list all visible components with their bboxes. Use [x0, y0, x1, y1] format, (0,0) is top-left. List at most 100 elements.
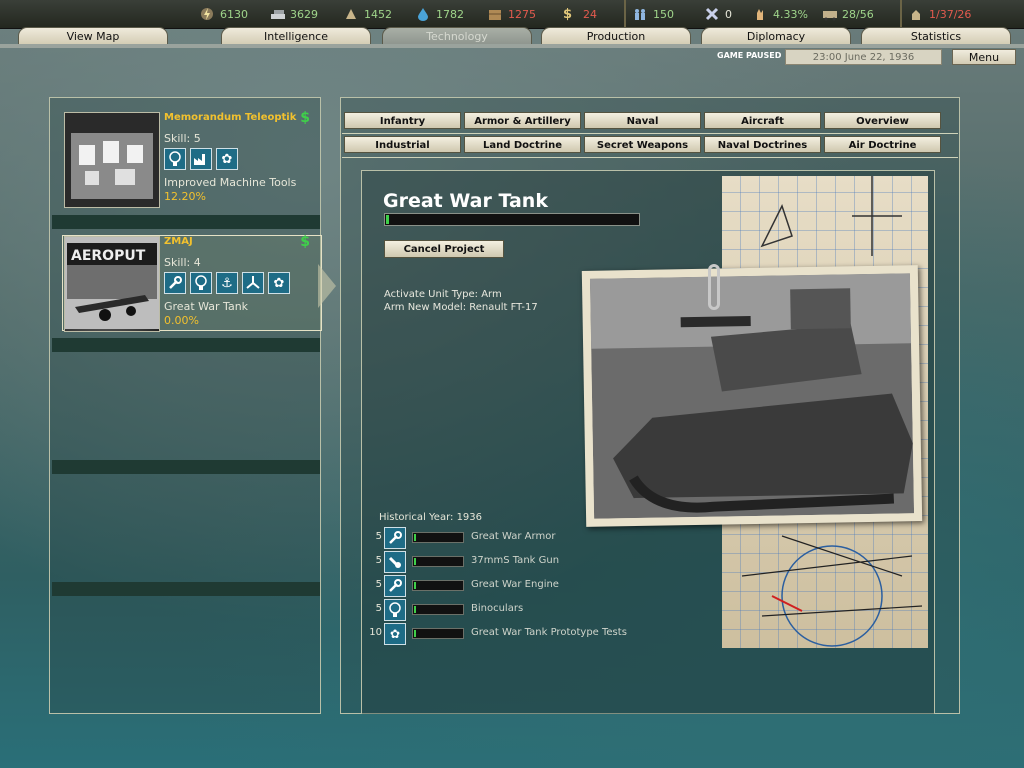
slot-divider	[52, 460, 320, 474]
team-name: ZMAJ	[164, 236, 193, 247]
cannon-icon	[384, 551, 406, 573]
game-paused-label: GAME PAUSED	[717, 51, 782, 60]
category-air-doctrine[interactable]: Air Doctrine	[824, 136, 941, 153]
resource-divider	[624, 0, 626, 28]
great-war-tank-photo	[581, 265, 923, 527]
category-overview[interactable]: Overview	[824, 112, 941, 129]
wrench-icon	[384, 575, 406, 597]
component-name: Great War Engine	[471, 579, 559, 590]
tab-intelligence[interactable]: Intelligence	[221, 27, 371, 45]
slot-divider	[52, 215, 320, 229]
component-progress-fill	[414, 558, 416, 565]
gear-icon: ✿	[268, 272, 290, 294]
team-slot[interactable]: AEROPUT ZMAJ $ Skill: 4 ⚓ ✿ Great War Ta…	[64, 234, 322, 332]
component-progress-fill	[414, 630, 416, 637]
lightbulb-icon	[384, 599, 406, 621]
paperclip-icon	[708, 264, 720, 310]
cancel-project-button[interactable]: Cancel Project	[384, 240, 504, 258]
lightbulb-icon	[164, 148, 186, 170]
component-progress-bar	[412, 580, 464, 591]
resource-metal: 3629	[270, 6, 318, 22]
team-project: Improved Machine Tools	[164, 176, 297, 189]
selected-slot-arrow	[318, 264, 336, 308]
component-level: 5	[375, 531, 382, 542]
team-photo	[64, 112, 160, 208]
category-industrial[interactable]: Industrial	[344, 136, 461, 153]
category-armor-artillery[interactable]: Armor & Artillery	[464, 112, 581, 129]
resource-bar: 6130 3629 1452 1782 1275 $ 24 150 0 4.33…	[0, 0, 1024, 29]
team-skill: Skill: 4	[164, 256, 201, 269]
component-progress-fill	[414, 582, 416, 589]
resource-diplomats: 0	[705, 6, 732, 22]
menu-button[interactable]: Menu	[952, 49, 1016, 65]
resource-manpower: 150	[633, 6, 674, 22]
tab-underline	[0, 44, 1024, 48]
component-level: 5	[375, 579, 382, 590]
tab-technology[interactable]: Technology	[382, 27, 532, 45]
category-naval[interactable]: Naval	[584, 112, 701, 129]
team-skill: Skill: 5	[164, 132, 201, 145]
money-icon: $	[300, 234, 310, 250]
resource-energy: 6130	[200, 6, 248, 22]
tech-effect: Arm New Model: Renault FT-17	[384, 302, 538, 313]
component-progress-bar	[412, 604, 464, 615]
industry-icon	[190, 148, 212, 170]
tab-production[interactable]: Production	[541, 27, 691, 45]
tab-view-map[interactable]: View Map	[18, 27, 168, 45]
team-slot[interactable]: Memorandum Teleoptik $ Skill: 5 ✿ Improv…	[64, 110, 322, 208]
anchor-icon: ⚓	[216, 272, 238, 294]
historical-year: Historical Year: 1936	[379, 512, 483, 523]
team-name: Memorandum Teleoptik	[164, 112, 297, 123]
propeller-icon	[242, 272, 264, 294]
money-icon: $	[563, 7, 573, 22]
oil-icon	[416, 7, 430, 21]
category-infantry[interactable]: Infantry	[344, 112, 461, 129]
component-progress-bar	[412, 556, 464, 567]
nukes-icon	[909, 7, 923, 21]
resource-money: $ 24	[563, 7, 597, 22]
category-secret-weapons[interactable]: Secret Weapons	[584, 136, 701, 153]
category-divider	[342, 133, 958, 134]
tech-component: 10 ✿ Great War Tank Prototype Tests	[368, 623, 648, 645]
category-naval-doctrines[interactable]: Naval Doctrines	[704, 136, 821, 153]
component-name: Binoculars	[471, 603, 524, 614]
tab-diplomacy[interactable]: Diplomacy	[701, 27, 851, 45]
component-progress-bar	[412, 532, 464, 543]
component-level: 5	[375, 603, 382, 614]
team-specialties: ✿	[164, 148, 238, 170]
supplies-icon	[488, 7, 502, 21]
wrench-icon	[384, 527, 406, 549]
component-level: 10	[369, 627, 382, 638]
manpower-icon	[633, 7, 647, 21]
tech-title: Great War Tank	[383, 190, 548, 212]
tech-component: 5 37mmS Tank Gun	[368, 551, 648, 573]
slot-divider	[52, 582, 320, 596]
game-date: 23:00 June 22, 1936	[785, 49, 942, 65]
metal-icon	[270, 7, 285, 21]
resource-nukes: 1/37/26	[909, 6, 971, 22]
component-progress-fill	[414, 606, 416, 613]
tech-component: 5 Great War Engine	[368, 575, 648, 597]
resource-divider	[900, 0, 902, 28]
gear-icon: ✿	[216, 148, 238, 170]
component-name: 37mmS Tank Gun	[471, 555, 560, 566]
team-photo: AEROPUT	[64, 236, 160, 332]
component-progress-fill	[414, 534, 416, 541]
tab-statistics[interactable]: Statistics	[861, 27, 1011, 45]
component-name: Great War Tank Prototype Tests	[471, 627, 627, 638]
category-land-doctrine[interactable]: Land Doctrine	[464, 136, 581, 153]
component-progress-bar	[412, 628, 464, 639]
diplomats-icon	[705, 7, 719, 21]
wrench-icon	[164, 272, 186, 294]
dissent-icon	[753, 7, 767, 21]
category-aircraft[interactable]: Aircraft	[704, 112, 821, 129]
svg-text:AEROPUT: AEROPUT	[71, 248, 146, 264]
resource-transports: 28/56	[822, 6, 874, 22]
component-name: Great War Armor	[471, 531, 556, 542]
tech-component: 5 Great War Armor	[368, 527, 648, 549]
resource-rare-materials: 1452	[344, 6, 392, 22]
money-icon: $	[300, 110, 310, 126]
tech-effect: Activate Unit Type: Arm	[384, 289, 502, 300]
tech-progress-fill	[386, 215, 389, 224]
resource-supplies: 1275	[488, 6, 536, 22]
